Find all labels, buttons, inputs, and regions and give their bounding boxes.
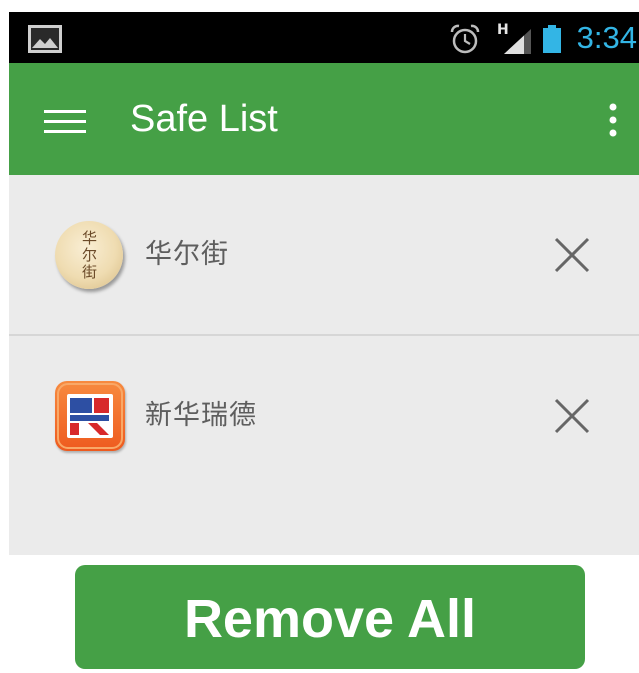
app-name: 华尔街	[145, 239, 229, 270]
list-item: 新华瑞德	[9, 336, 639, 496]
status-time: 3:34	[576, 20, 637, 55]
app-bar: Safe List	[9, 63, 639, 175]
footer: Remove All	[9, 555, 639, 673]
phone-screen: H 3:34 Safe List 华尔街 华尔街 新华瑞德 Remove All	[9, 12, 639, 673]
hamburger-menu-icon[interactable]	[44, 109, 86, 133]
alarm-clock-icon	[450, 24, 480, 54]
battery-icon	[543, 25, 561, 53]
gallery-icon	[28, 25, 62, 53]
remove-all-button[interactable]: Remove All	[75, 565, 585, 669]
status-bar: H 3:34	[9, 12, 639, 63]
signal-icon	[504, 29, 531, 54]
navigation-menu-button[interactable]	[39, 103, 91, 139]
page-title: Safe List	[130, 98, 278, 140]
remove-item-button[interactable]	[547, 391, 597, 441]
close-icon[interactable]	[553, 397, 591, 435]
remove-item-button[interactable]	[547, 230, 597, 280]
xinhuaruide-app-icon	[55, 381, 125, 451]
app-name: 新华瑞德	[145, 400, 257, 431]
safe-list: 华尔街 华尔街 新华瑞德	[9, 175, 639, 555]
list-item: 华尔街 华尔街	[9, 175, 639, 336]
overflow-menu-button[interactable]	[601, 99, 625, 141]
huaerjie-app-icon: 华尔街	[55, 221, 123, 289]
app-icon-lettering: 华尔街	[80, 229, 98, 281]
close-icon[interactable]	[553, 236, 591, 274]
overflow-menu-icon[interactable]	[609, 102, 617, 138]
